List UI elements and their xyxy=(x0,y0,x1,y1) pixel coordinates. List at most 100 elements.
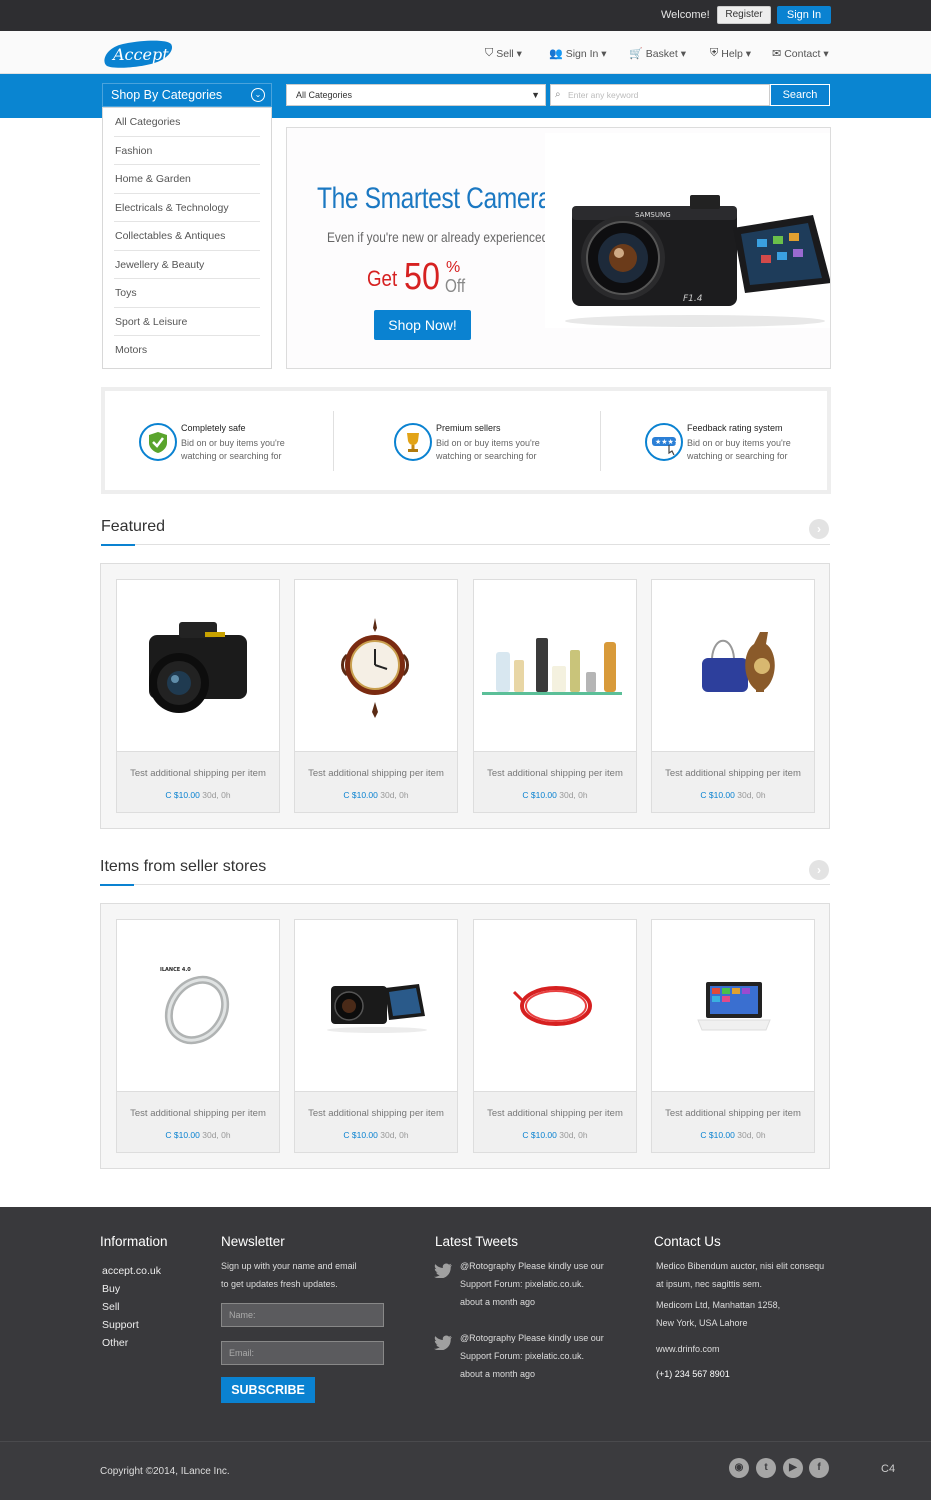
nav-basket[interactable]: 🛒 Basket ▾ xyxy=(629,47,686,61)
category-item[interactable]: Home & Garden xyxy=(114,165,260,194)
nav-sell[interactable]: ⛉ Sell ▾ xyxy=(485,47,522,60)
twitter-icon[interactable]: t xyxy=(756,1458,776,1478)
footer-info-title: Information xyxy=(100,1234,168,1249)
register-button[interactable]: Register xyxy=(717,6,771,24)
svg-text:F1.4: F1.4 xyxy=(683,294,703,304)
sign-in-button[interactable]: Sign In xyxy=(777,6,831,24)
product-card[interactable]: ILANCE 4.0 Test additional shipping per … xyxy=(116,919,280,1153)
newsletter-text: Sign up with your name and email xyxy=(221,1261,357,1271)
svg-text:SAMSUNG: SAMSUNG xyxy=(635,211,671,219)
twitter-bird-icon xyxy=(434,1263,452,1282)
category-item[interactable]: All Categories xyxy=(114,108,260,137)
chevron-down-icon: ⌄ xyxy=(251,88,265,102)
logo[interactable]: Accept xyxy=(101,40,173,68)
banner-get: Get xyxy=(367,266,398,291)
featured-products: Test additional shipping per item C $10.… xyxy=(100,563,830,829)
product-card[interactable]: Test additional shipping per item C $10.… xyxy=(294,579,458,813)
category-item[interactable]: Collectables & Antiques xyxy=(114,222,260,251)
youtube-icon[interactable]: ▶ xyxy=(783,1458,803,1478)
shield-icon: ⛨ xyxy=(710,47,719,59)
ring-image: ILANCE 4.0 xyxy=(117,920,279,1091)
footer-link[interactable]: Other xyxy=(102,1337,128,1349)
category-item[interactable]: Sport & Leisure xyxy=(114,308,260,336)
nav-help[interactable]: ⛨ Help ▾ xyxy=(710,47,751,60)
product-card[interactable]: Test additional shipping per item C $10.… xyxy=(116,579,280,813)
banner-title: The Smartest Cameras xyxy=(317,182,564,215)
category-list: All Categories Fashion Home & Garden Ele… xyxy=(102,107,272,369)
product-card[interactable]: Test additional shipping per item C $10.… xyxy=(473,919,637,1153)
divider xyxy=(333,411,334,471)
contact-address: Medicom Ltd, Manhattan 1258, xyxy=(656,1300,781,1310)
rating-icon: ★★★★ xyxy=(645,423,683,461)
footer-newsletter-title: Newsletter xyxy=(221,1234,285,1249)
shop-now-button[interactable]: Shop Now! xyxy=(374,310,471,340)
banner-discount: 50 xyxy=(404,256,440,298)
dslr-camera-image xyxy=(117,580,279,751)
tag-icon: ⛉ xyxy=(485,47,494,59)
newsletter-text: to get updates fresh updates. xyxy=(221,1279,338,1289)
category-item[interactable]: Toys xyxy=(114,279,260,308)
caret-down-icon: ▼ xyxy=(531,90,540,100)
page-code: C4 xyxy=(881,1463,896,1475)
chevron-right-icon[interactable]: › xyxy=(809,519,829,539)
search-icon: ⌕ xyxy=(555,89,561,100)
shop-by-categories-toggle[interactable]: Shop By Categories ⌄ xyxy=(102,83,272,107)
search-input[interactable]: ⌕ Enter any keyword xyxy=(550,84,770,106)
product-card[interactable]: Test additional shipping per item C $10.… xyxy=(651,919,815,1153)
twitter-bird-icon xyxy=(434,1335,452,1354)
envelope-icon: ✉ xyxy=(772,48,782,60)
contact-text: Medico Bibendum auctor, nisi elit conseq… xyxy=(656,1261,825,1271)
contact-text: at ipsum, nec sagittis sem. xyxy=(656,1279,763,1289)
svg-text:★★★★: ★★★★ xyxy=(655,438,680,446)
svg-text:ILANCE 4.0: ILANCE 4.0 xyxy=(160,967,191,973)
chevron-right-icon[interactable]: › xyxy=(809,860,829,880)
tweet-text: Support Forum: pixelatic.co.uk. xyxy=(460,1279,585,1289)
seller-stores-title: Items from seller stores xyxy=(100,858,267,875)
features-strip: Completely safe Bid on or buy items you'… xyxy=(101,387,831,494)
category-item[interactable]: Jewellery & Beauty xyxy=(114,251,260,279)
product-card[interactable]: Test additional shipping per item C $10.… xyxy=(651,579,815,813)
nav-sign-in[interactable]: 👥 Sign In ▾ xyxy=(549,47,607,61)
contact-address: New York, USA Lahore xyxy=(656,1318,748,1328)
divider xyxy=(600,411,601,471)
featured-title: Featured xyxy=(101,518,166,535)
tweet-time: about a month ago xyxy=(460,1369,536,1379)
search-button[interactable]: Search xyxy=(770,84,830,106)
facebook-icon[interactable]: f xyxy=(809,1458,829,1478)
footer-link[interactable]: Support xyxy=(102,1319,139,1331)
shield-check-icon xyxy=(139,423,177,461)
tweet-text: @Rotography Please kindly use our xyxy=(460,1333,604,1343)
nav-contact[interactable]: ✉ Contact ▾ xyxy=(772,47,829,61)
newsletter-name-input[interactable]: Name: xyxy=(221,1303,384,1327)
camera-image: SAMSUNG F1.4 xyxy=(545,133,831,328)
newsletter-email-input[interactable]: Email: xyxy=(221,1341,384,1365)
contact-phone: (+1) 234 567 8901 xyxy=(656,1369,730,1379)
category-item[interactable]: Motors xyxy=(114,336,260,365)
subscribe-button[interactable]: SUBSCRIBE xyxy=(221,1377,315,1403)
tweet-text: Support Forum: pixelatic.co.uk. xyxy=(460,1351,585,1361)
category-item[interactable]: Fashion xyxy=(114,137,260,165)
footer-tweets-title: Latest Tweets xyxy=(435,1234,519,1249)
svg-text:Accept: Accept xyxy=(111,45,169,64)
section-divider xyxy=(101,544,830,546)
promo-banner: The Smartest Cameras Even if you're new … xyxy=(286,127,831,369)
product-card[interactable]: Test additional shipping per item C $10.… xyxy=(473,579,637,813)
category-item[interactable]: Electricals & Technology xyxy=(114,194,260,222)
product-card[interactable]: Test additional shipping per item C $10.… xyxy=(294,919,458,1153)
section-divider xyxy=(100,884,830,886)
footer-link[interactable]: Sell xyxy=(102,1301,120,1313)
footer-contact-title: Contact Us xyxy=(654,1234,721,1249)
tweet-text: @Rotography Please kindly use our xyxy=(460,1261,604,1271)
footer-link[interactable]: Buy xyxy=(102,1283,120,1295)
category-select[interactable]: All Categories ▼ xyxy=(286,84,546,106)
welcome-text: Welcome! xyxy=(661,9,710,21)
banner-off: Off xyxy=(445,276,466,296)
bath-products-image xyxy=(474,580,636,751)
rss-icon[interactable]: ◉ xyxy=(729,1458,749,1478)
contact-website[interactable]: www.drinfo.com xyxy=(656,1340,720,1358)
top-bar: Welcome! Register Sign In xyxy=(0,0,931,31)
tweet-time: about a month ago xyxy=(460,1297,536,1307)
banner-percent-sign: % xyxy=(446,259,461,276)
wall-clock-image xyxy=(295,580,457,751)
footer-link[interactable]: accept.co.uk xyxy=(102,1265,161,1277)
